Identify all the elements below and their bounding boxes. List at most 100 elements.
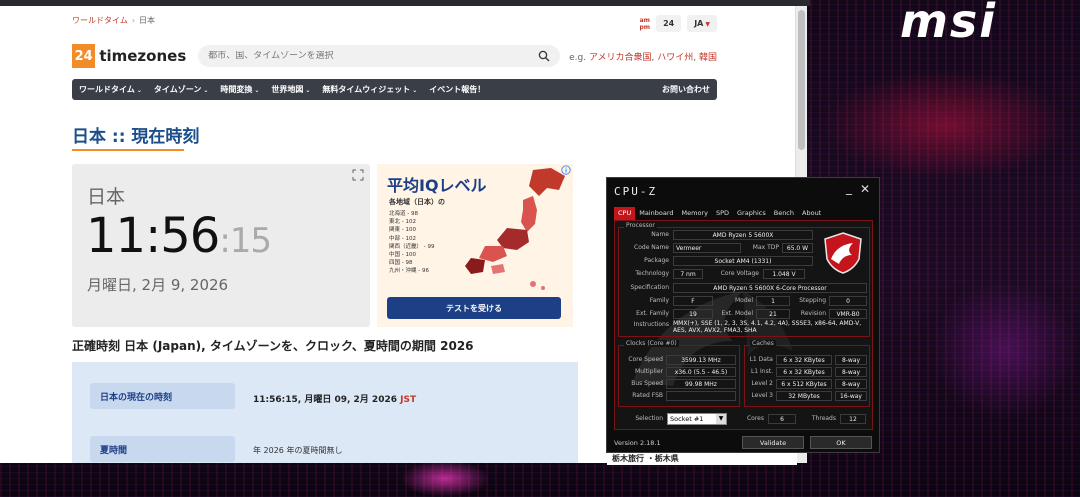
am-label: am xyxy=(639,16,650,24)
cpuz-title: CPU-Z xyxy=(614,184,658,198)
nav-label: ワールドタイム xyxy=(79,85,135,94)
cpuz-titlebar[interactable]: CPU-Z _ ✕ xyxy=(607,178,879,204)
section-subtitle: 正確時刻 日本 (Japan), タイムゾーンを、クロック、夏時間の期間 202… xyxy=(72,339,474,353)
ratedfsb-label: Rated FSB xyxy=(632,392,663,399)
validate-button[interactable]: Validate xyxy=(742,436,804,449)
ampm-toggle[interactable]: am pm xyxy=(640,17,651,31)
nav-world-map[interactable]: 世界地図 ⌄ xyxy=(271,84,310,95)
chevron-down-icon: ⌄ xyxy=(203,87,209,94)
list-item: 中部 - 102 xyxy=(389,235,416,242)
busspeed-value: 99.98 MHz xyxy=(666,379,736,389)
corespeed-value: 3599.13 MHz xyxy=(666,355,736,365)
time-info-panel: 日本の現在の時刻 11:56:15, 月曜日 09, 2月 2026 JST 夏… xyxy=(72,362,578,463)
ad-title: 平均IQレベル xyxy=(387,176,487,195)
scrollbar-thumb[interactable] xyxy=(798,10,805,150)
ok-button[interactable]: OK xyxy=(810,436,872,449)
breadcrumb: ワールドタイム › 日本 xyxy=(72,16,155,25)
l2-value: 6 x 512 KBytes xyxy=(776,379,832,389)
clocks-group-title: Clocks (Core #0) xyxy=(624,340,679,347)
corevoltage-label: Core Voltage xyxy=(720,270,759,277)
language-select[interactable]: JA ▼ xyxy=(687,15,717,32)
tab-about[interactable]: About xyxy=(798,207,825,220)
tab-memory[interactable]: Memory xyxy=(678,207,712,220)
l1data-value: 6 x 32 KBytes xyxy=(776,355,832,365)
corespeed-label: Core Speed xyxy=(628,356,663,363)
cpuz-version: Version 2.18.1 xyxy=(614,439,661,447)
multiplier-label: Multiplier xyxy=(635,368,663,375)
clock-time: 11:56:15 xyxy=(86,208,272,264)
l1inst-value: 6 x 32 KBytes xyxy=(776,367,832,377)
desktop-glow xyxy=(930,280,1080,420)
example-link-korea[interactable]: 韓国 xyxy=(699,53,717,63)
nav-time-conversion[interactable]: 時間変換 ⌄ xyxy=(220,84,259,95)
l2-way-value: 8-way xyxy=(835,379,867,389)
expand-icon[interactable] xyxy=(352,169,364,181)
socket-select[interactable]: Socket #1 ▼ xyxy=(667,413,727,425)
processor-group-title: Processor xyxy=(624,222,657,229)
desktop-glow xyxy=(400,460,490,497)
site-header: 24 timezones e.g. アメリカ合衆国, ハワイ州, 韓国 xyxy=(72,44,717,68)
cpuz-window[interactable]: CPU-Z _ ✕ CPU Mainboard Memory SPD Graph… xyxy=(606,177,880,453)
timezone-abbrev[interactable]: JST xyxy=(400,395,416,405)
site-logo-badge[interactable]: 24 xyxy=(72,44,96,68)
search-input[interactable] xyxy=(208,51,539,61)
caches-group-title: Caches xyxy=(750,340,776,347)
stepping-label: Stepping xyxy=(799,297,826,304)
list-item: 中国 - 100 xyxy=(389,252,416,259)
ratedfsb-value xyxy=(666,391,736,401)
package-value: Socket AM4 (1331) xyxy=(673,256,813,266)
cores-value: 6 xyxy=(768,414,796,424)
minimize-icon[interactable]: _ xyxy=(846,181,852,195)
language-label: JA xyxy=(694,19,704,28)
msi-dragon-logo xyxy=(824,232,862,274)
breadcrumb-worldtime-link[interactable]: ワールドタイム xyxy=(72,16,128,25)
tab-bench[interactable]: Bench xyxy=(770,207,798,220)
extfamily-label: Ext. Family xyxy=(636,310,669,317)
nav-event-report[interactable]: イベント報告！ xyxy=(429,84,485,95)
site-logo-text[interactable]: timezones xyxy=(99,47,186,65)
info-value-dst: 年 2026 年の夏時間無し xyxy=(253,446,343,455)
nav-worldtime[interactable]: ワールドタイム ⌄ xyxy=(79,84,142,95)
close-icon[interactable]: ✕ xyxy=(860,182,870,196)
tab-cpu[interactable]: CPU xyxy=(614,207,636,220)
cores-label: Cores xyxy=(746,415,764,422)
info-label-current-time: 日本の現在の時刻 xyxy=(90,383,235,409)
extfamily-value: 19 xyxy=(673,309,713,319)
page-content-strip: 栃木旅行 ・栃木県 xyxy=(607,453,797,465)
nav-free-widget[interactable]: 無料タイムウィジェット ⌄ xyxy=(322,84,417,95)
example-link-usa[interactable]: アメリカ合衆国 xyxy=(589,53,652,63)
ad-info-icon[interactable] xyxy=(561,165,571,175)
chevron-right-icon: › xyxy=(131,16,136,25)
desktop-glow xyxy=(820,70,1070,180)
clock-seconds: :15 xyxy=(219,221,272,261)
maxtdp-label: Max TDP xyxy=(752,244,779,251)
clock-card: 日本 11:56:15 月曜日, 2月 9, 2026 xyxy=(72,164,370,327)
nav-contact[interactable]: お問い合わせ xyxy=(662,84,710,95)
main-nav: ワールドタイム ⌄ タイムゾーン ⌄ 時間変換 ⌄ 世界地図 ⌄ 無料タイムウィジェット… xyxy=(72,79,717,100)
nav-timezone[interactable]: タイムゾーン ⌄ xyxy=(154,84,208,95)
info-value-current-time: 11:56:15, 月曜日 09, 2月 2026 JST xyxy=(253,392,416,405)
technology-value: 7 nm xyxy=(673,269,703,279)
iq-advertisement[interactable]: 平均IQレベル 各地域（日本）の 北海道 - 98 東北 - 102 関東 - … xyxy=(377,164,573,327)
list-item: 四国 - 98 xyxy=(389,260,413,267)
l1inst-way-value: 8-way xyxy=(835,367,867,377)
extmodel-value: 21 xyxy=(756,309,790,319)
family-value: F xyxy=(673,296,713,306)
example-link-hawaii[interactable]: ハワイ州 xyxy=(657,53,693,63)
tab-mainboard[interactable]: Mainboard xyxy=(635,207,677,220)
maxtdp-value: 65.0 W xyxy=(782,243,813,253)
socket-select-value: Socket #1 xyxy=(670,415,704,423)
tab-graphics[interactable]: Graphics xyxy=(733,207,770,220)
chevron-down-icon: ⌄ xyxy=(254,87,260,94)
chevron-down-icon: ▼ xyxy=(716,414,726,424)
threads-value: 12 xyxy=(840,414,866,424)
tab-spd[interactable]: SPD xyxy=(712,207,733,220)
technology-label: Technology xyxy=(635,270,669,277)
list-item: 九州・沖縄 - 96 xyxy=(389,268,429,275)
hour-format-button[interactable]: 24 xyxy=(656,15,682,32)
busspeed-label: Bus Speed xyxy=(631,380,663,387)
take-test-button[interactable]: テストを受ける xyxy=(387,297,561,319)
instructions-value: MMX(+), SSE (1, 2, 3, 3S, 4.1, 4.2, 4A),… xyxy=(673,320,862,334)
codename-label: Code Name xyxy=(634,244,669,251)
search-icon[interactable] xyxy=(538,50,550,62)
